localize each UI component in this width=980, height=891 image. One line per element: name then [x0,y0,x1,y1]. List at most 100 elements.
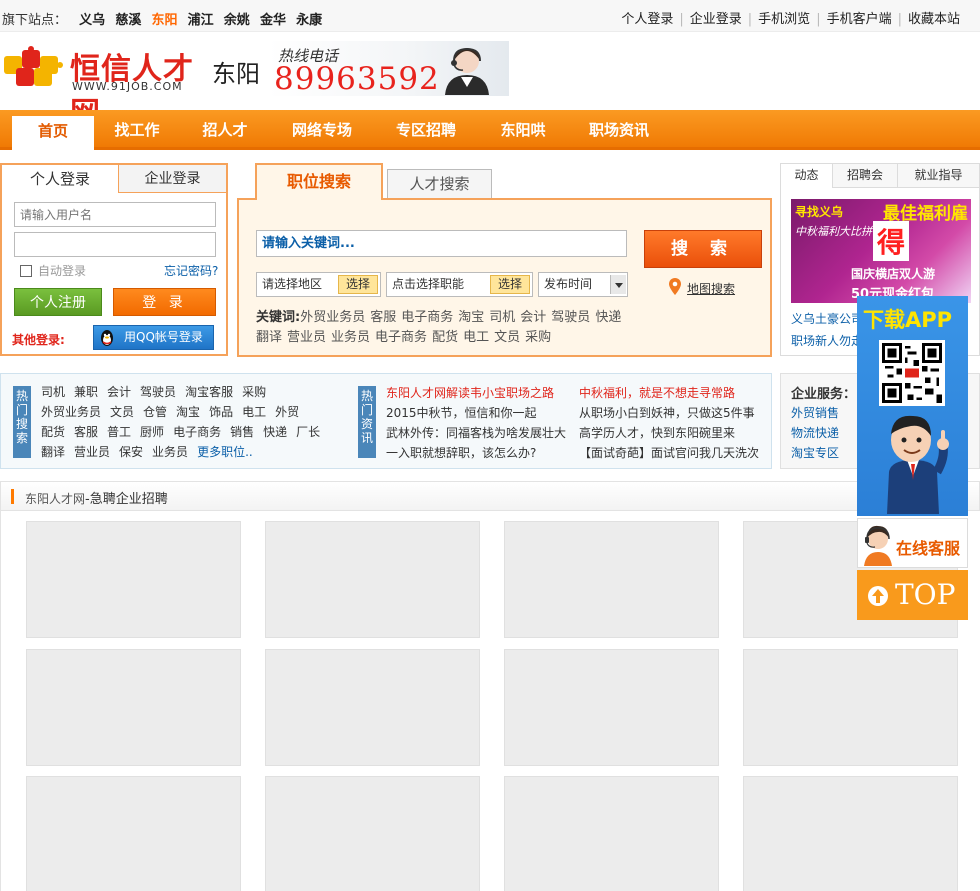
hot-news-item[interactable]: 武林外传：同福客栈为啥发展壮大 [386,424,571,441]
service-link[interactable]: 淘宝专区 [791,444,839,461]
hot-tag[interactable]: 电工 [242,405,266,419]
mobile-client-link[interactable]: 手机客户端 [827,12,892,27]
welfare-ad-banner[interactable]: 寻找义乌 最佳福利雇主 中秋福利大比拼 得 国庆横店双人游 50元现金红包 [791,199,971,303]
company-card[interactable] [265,776,480,891]
hot-news-item[interactable]: 【面试奇葩】面试官问我几天洗次 [579,444,764,461]
company-card[interactable] [26,649,241,766]
site-logo[interactable]: 恒信人才网 WWW.91JOB.COM [2,44,207,131]
news-link[interactable]: 职场新人勿走 [791,332,863,349]
company-card[interactable] [26,521,241,638]
hot-tag[interactable]: 翻译 [41,445,65,459]
hot-tag[interactable]: 外贸 [275,405,299,419]
nav-home[interactable]: 首页 [12,116,94,150]
company-login-link[interactable]: 企业登录 [690,12,742,27]
mobile-browse-link[interactable]: 手机浏览 [758,12,810,27]
hot-tag[interactable]: 司机 [41,385,65,399]
keyword-link[interactable]: 翻译 [256,330,282,345]
hot-tag[interactable]: 快递 [263,425,287,439]
back-to-top-button[interactable]: TOP [857,570,968,620]
tab-news-updates[interactable]: 动态 [781,164,833,188]
company-card[interactable] [265,521,480,638]
keyword-link[interactable]: 电子商务 [401,310,453,325]
function-select[interactable]: 点击选择职能 选择 [386,272,533,297]
nav-recruit[interactable]: 招人才 [189,110,261,148]
keyword-link[interactable]: 营业员 [287,330,326,345]
hot-news-item[interactable]: 一入职就想辞职，该怎么办? [386,444,571,461]
auto-login-option[interactable]: 自动登录 [20,262,86,279]
site-yongkang[interactable]: 永康 [296,13,322,28]
company-card[interactable] [504,521,719,638]
hot-tag[interactable]: 销售 [230,425,254,439]
hot-tag[interactable]: 饰品 [209,405,233,419]
hot-tag[interactable]: 兼职 [74,385,98,399]
username-input[interactable] [14,202,216,227]
tab-talent-search[interactable]: 人才搜索 [387,169,492,199]
company-card[interactable] [26,776,241,891]
hot-tag[interactable]: 配货 [41,425,65,439]
auto-login-checkbox[interactable] [20,265,32,277]
nav-online-fair[interactable]: 网络专场 [278,110,366,148]
hot-tag[interactable]: 营业员 [74,445,110,459]
hot-tag[interactable]: 驾驶员 [140,385,176,399]
company-card[interactable] [743,649,958,766]
online-service-button[interactable]: 在线客服 [857,518,968,568]
hot-news-item[interactable]: 东阳人才网解读韦小宝职场之路 [386,384,571,401]
keyword-link[interactable]: 电子商务 [375,330,427,345]
area-pick-button[interactable]: 选择 [338,275,378,294]
keyword-link[interactable]: 采购 [525,330,551,345]
hot-tag[interactable]: 保安 [119,445,143,459]
hot-tag[interactable]: 电子商务 [173,425,221,439]
bookmark-link[interactable]: 收藏本站 [908,12,960,27]
keyword-link[interactable]: 业务员 [331,330,370,345]
tab-company-login[interactable]: 企业登录 [118,165,226,193]
keyword-link[interactable]: 客服 [370,310,396,325]
download-app-panel[interactable]: 下载APP [857,296,968,516]
tab-job-search[interactable]: 职位搜索 [255,163,383,200]
news-link[interactable]: 义乌土豪公司 [791,310,863,327]
keyword-link[interactable]: 快递 [595,310,621,325]
site-yiwu[interactable]: 义乌 [79,13,105,28]
site-yuyao[interactable]: 余姚 [224,13,250,28]
hot-tag[interactable]: 采购 [242,385,266,399]
more-jobs-link[interactable]: 更多职位.. [197,445,253,459]
keyword-link[interactable]: 文员 [494,330,520,345]
company-card[interactable] [265,649,480,766]
keyword-link[interactable]: 外贸业务员 [300,310,365,325]
nav-career-news[interactable]: 职场资讯 [575,110,663,148]
login-button[interactable]: 登 录 [113,288,216,316]
site-dongyang[interactable]: 东阳 [151,13,177,28]
publish-time-select[interactable]: 发布时间 [538,272,628,297]
keyword-link[interactable]: 司机 [489,310,515,325]
area-select[interactable]: 请选择地区 选择 [256,272,381,297]
password-input[interactable] [14,232,216,257]
hot-tag[interactable]: 业务员 [152,445,188,459]
company-card[interactable] [743,776,958,891]
keyword-link[interactable]: 会计 [520,310,546,325]
hot-tag[interactable]: 淘宝客服 [185,385,233,399]
nav-dongyang-hong[interactable]: 东阳哄 [487,110,559,148]
tab-personal-login[interactable]: 个人登录 [2,165,118,193]
hot-tag[interactable]: 厂长 [296,425,320,439]
hot-tag[interactable]: 普工 [107,425,131,439]
hot-news-item[interactable]: 从职场小白到妖神，只做这5件事 [579,404,764,421]
personal-login-link[interactable]: 个人登录 [621,12,673,27]
nav-zone-recruit[interactable]: 专区招聘 [382,110,470,148]
hot-tag[interactable]: 仓管 [143,405,167,419]
qq-login-button[interactable]: 用QQ帐号登录 [93,325,214,350]
company-card[interactable] [504,776,719,891]
map-search-link[interactable]: 地图搜索 [669,278,735,297]
keyword-link[interactable]: 淘宝 [458,310,484,325]
hot-news-item[interactable]: 2015中秋节，恒信和你一起 [386,404,571,421]
hot-news-item[interactable]: 高学历人才，快到东阳碗里来 [579,424,764,441]
service-link[interactable]: 物流快递 [791,424,839,441]
hot-tag[interactable]: 文员 [110,405,134,419]
hot-tag[interactable]: 淘宝 [176,405,200,419]
nav-find-job[interactable]: 找工作 [101,110,173,148]
company-card[interactable] [504,649,719,766]
site-jinhua[interactable]: 金华 [260,13,286,28]
site-pujiang[interactable]: 浦江 [188,13,214,28]
keyword-link[interactable]: 电工 [463,330,489,345]
function-pick-button[interactable]: 选择 [490,275,530,294]
register-button[interactable]: 个人注册 [14,288,102,316]
hot-tag[interactable]: 客服 [74,425,98,439]
